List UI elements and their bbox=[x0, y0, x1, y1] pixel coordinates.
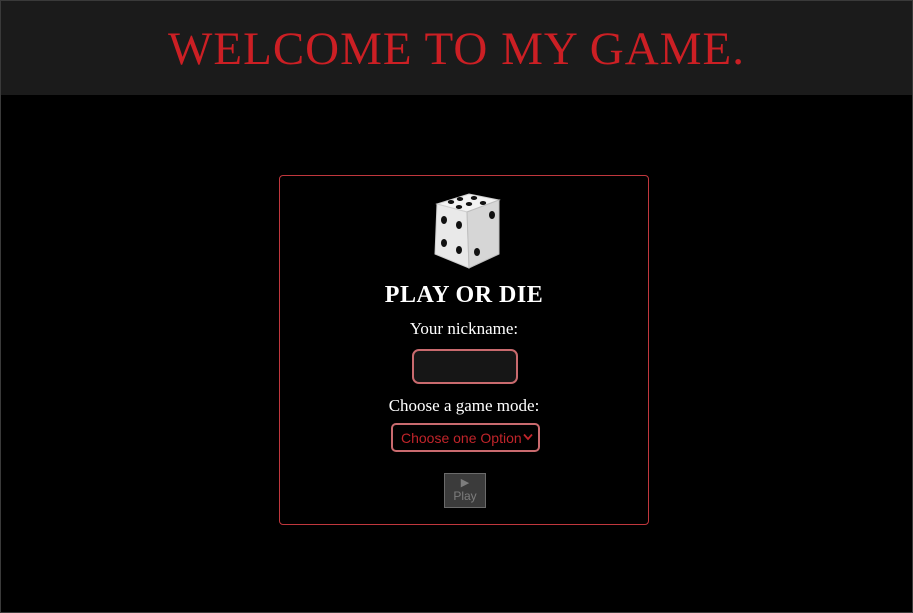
play-button-label: Play bbox=[453, 488, 477, 503]
game-card-title: PLAY OR DIE bbox=[384, 282, 544, 308]
game-card: PLAY OR DIE Your nickname: Choose a game… bbox=[279, 175, 649, 525]
dice-icon bbox=[434, 193, 501, 269]
game-mode-label: Choose a game mode: bbox=[388, 396, 540, 415]
page-title: WELCOME TO MY GAME. bbox=[168, 22, 745, 75]
page-header: WELCOME TO MY GAME. bbox=[1, 1, 912, 95]
game-mode-selected-value: Choose one Option bbox=[401, 429, 522, 446]
chevron-down-icon bbox=[523, 433, 533, 441]
nickname-input[interactable] bbox=[412, 349, 518, 384]
game-mode-select[interactable]: Choose one Option bbox=[391, 423, 540, 452]
nickname-label: Your nickname: bbox=[409, 319, 519, 338]
play-button[interactable]: ▶ Play bbox=[444, 473, 486, 508]
